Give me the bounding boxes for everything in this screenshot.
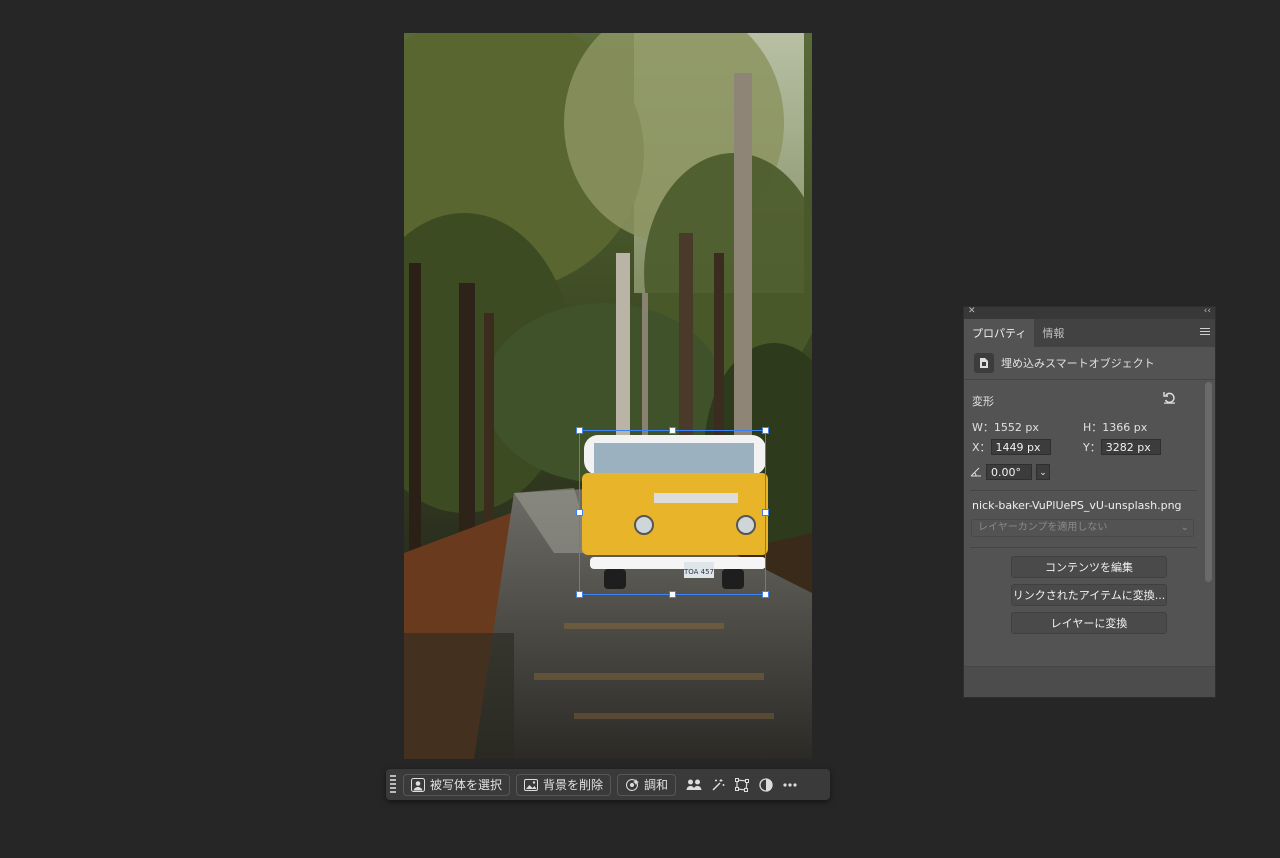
height-value: 1366 px [1102,421,1148,434]
panel-footer [964,666,1215,697]
handle-top-center[interactable] [669,427,676,434]
smart-object-icon [974,353,994,373]
harmonize-button[interactable]: 調和 [617,773,677,796]
generative-people-icon[interactable] [682,773,706,797]
angle-input[interactable]: 0.00° [986,464,1032,480]
linked-filename: nick-baker-VuPlUePS_vU-unsplash.png [972,499,1182,512]
angle-icon [970,467,981,477]
edit-contents-button[interactable]: コンテンツを編集 [1011,556,1167,578]
image-icon [524,778,539,791]
angle-dropdown-icon[interactable]: ⌄ [1036,464,1050,480]
x-label: X： [972,441,991,454]
close-icon[interactable]: ✕ [968,306,976,316]
handle-top-right[interactable] [762,427,769,434]
harmonize-icon [626,778,640,791]
select-subject-button[interactable]: 被写体を選択 [403,773,511,796]
handle-middle-right[interactable] [762,509,769,516]
divider [970,547,1197,548]
width-field: W：1552 px [972,419,1039,435]
magic-wand-icon[interactable] [706,773,730,797]
transform-heading: 変形 [972,395,994,408]
x-field: X： 1449 px [972,439,1051,455]
handle-middle-left[interactable] [576,509,583,516]
document-canvas[interactable]: TOA 457 [404,33,812,759]
contextual-task-bar: 被写体を選択 背景を削除 調和 [386,769,830,800]
handle-bottom-center[interactable] [669,591,676,598]
remove-background-button[interactable]: 背景を削除 [516,773,612,796]
properties-panel: ✕ ‹‹ プロパティ 情報 埋め込みスマートオブジェクト 変形 W：1552 p… [963,306,1216,698]
harmonize-label: 調和 [644,778,669,792]
y-field: Y： 3282 px [1083,439,1161,455]
y-label: Y： [1083,441,1101,454]
handle-bottom-left[interactable] [576,591,583,598]
handle-top-left[interactable] [576,427,583,434]
convert-to-linked-button[interactable]: リンクされたアイテムに変換... [1011,584,1167,606]
transform-bounding-box[interactable] [576,427,769,598]
convert-to-layer-button[interactable]: レイヤーに変換 [1011,612,1167,634]
panel-scrollbar[interactable] [1205,382,1212,582]
panel-menu-icon[interactable] [1200,328,1210,336]
object-type-label: 埋め込みスマートオブジェクト [1001,357,1155,370]
width-label: W： [972,421,994,434]
reset-transform-icon[interactable] [1163,391,1176,407]
layer-comp-placeholder: レイヤーカンプを適用しない [978,522,1108,533]
angle-field: 0.00° ⌄ [970,464,1050,480]
select-subject-label: 被写体を選択 [430,778,503,792]
layer-comp-select[interactable]: レイヤーカンプを適用しない ⌄ [971,519,1194,537]
forest-road-photo: TOA 457 [404,33,812,759]
tab-properties[interactable]: プロパティ [964,319,1035,347]
remove-background-label: 背景を削除 [543,778,604,792]
height-label: H： [1083,421,1103,434]
transform-icon[interactable] [730,773,754,797]
panel-title-bar: ✕ ‹‹ [964,306,1215,319]
height-field: H：1366 px [1083,419,1147,435]
person-icon [411,777,425,792]
tab-info[interactable]: 情報 [1034,319,1072,347]
chevron-down-icon: ⌄ [1180,522,1189,533]
adjustment-layer-icon[interactable] [754,773,778,797]
panel-tabs: プロパティ 情報 [964,319,1215,347]
divider [970,490,1197,491]
y-input[interactable]: 3282 px [1100,439,1161,455]
x-input[interactable]: 1449 px [990,439,1051,455]
handle-bottom-right[interactable] [762,591,769,598]
width-value: 1552 px [993,421,1039,434]
more-options-icon[interactable] [778,773,802,797]
smart-object-header: 埋め込みスマートオブジェクト [964,347,1215,380]
drag-grip-icon[interactable] [390,774,396,795]
collapse-icon[interactable]: ‹‹ [1204,306,1211,316]
